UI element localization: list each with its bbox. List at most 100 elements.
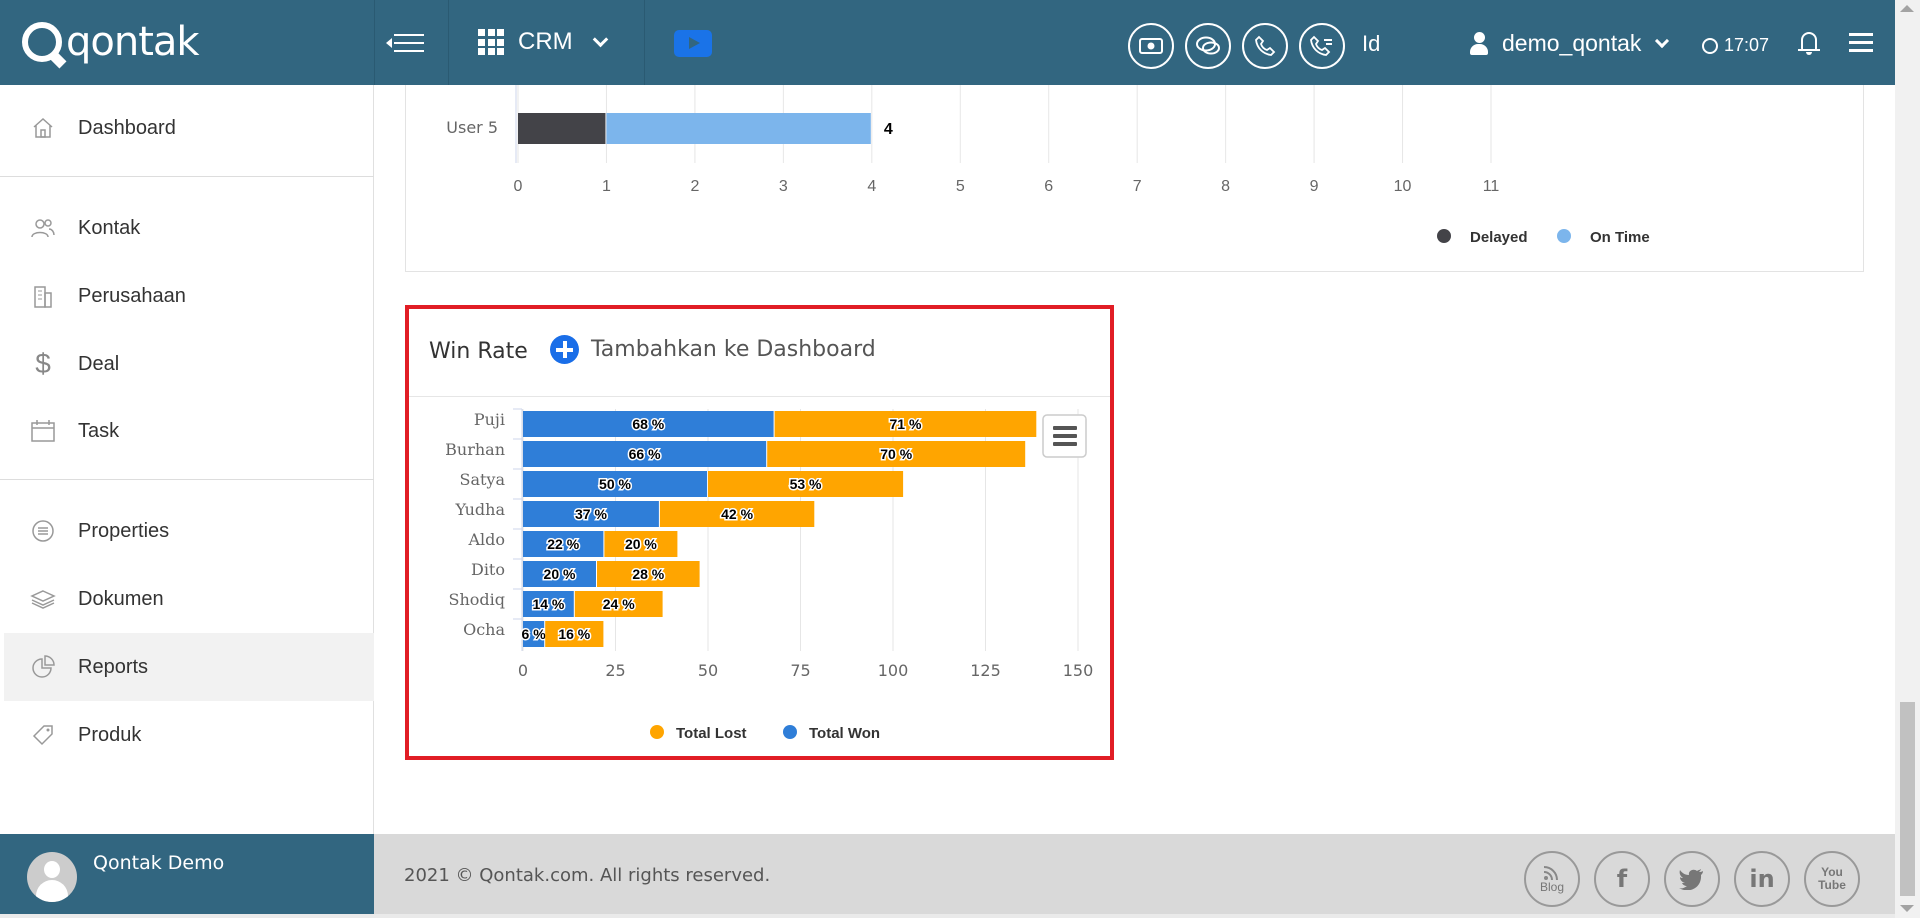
menu-lines-icon — [1053, 426, 1077, 430]
delay-chart-card: 0 1 2 3 4 5 6 7 8 9 10 11 User 5 4 Delayed On Time — [405, 85, 1864, 272]
blog-link[interactable]: Blog — [1524, 851, 1580, 907]
x-tick-label: 0 — [518, 661, 528, 680]
phone-icon[interactable] — [1242, 23, 1288, 69]
chevron-down-icon — [1655, 33, 1670, 48]
username: demo_qontak — [1502, 30, 1642, 56]
chart-menu-button[interactable] — [1042, 414, 1087, 458]
menu-lines-icon — [1053, 434, 1077, 438]
y-category-label: Aldo — [467, 530, 505, 549]
sidebar-item-kontak[interactable]: Kontak — [4, 194, 374, 262]
rss-icon — [1543, 866, 1558, 881]
y-category-label: User 5 — [446, 118, 498, 137]
video-tutorial-icon[interactable] — [674, 30, 712, 57]
twitter-link[interactable] — [1664, 851, 1720, 907]
user-profile-panel[interactable]: Qontak Demo — [0, 834, 374, 918]
billing-icon[interactable] — [1128, 23, 1174, 69]
legend-marker — [1437, 229, 1451, 243]
call-log-icon[interactable] — [1299, 23, 1345, 69]
facebook-link[interactable]: f — [1594, 851, 1650, 907]
top-navbar: qontak CRM Id demo_qontak 17:07 — [0, 0, 1895, 85]
x-tick-label: 0 — [514, 178, 523, 195]
clock-time: 17:07 — [1724, 35, 1770, 55]
y-category-label: Shodiq — [449, 590, 506, 609]
data-label: 37 % — [575, 506, 607, 522]
scroll-up-arrow-icon[interactable] — [1900, 5, 1914, 12]
scrollbar-thumb[interactable] — [1900, 702, 1915, 896]
user-menu[interactable]: demo_qontak — [1470, 30, 1670, 57]
card-header: Win Rate Tambahkan ke Dashboard — [409, 309, 1110, 397]
data-label: 24 % — [603, 596, 635, 612]
sidebar-item-perusahaan[interactable]: Perusahaan — [4, 262, 374, 330]
notification-bell-icon[interactable] — [1798, 30, 1820, 56]
sidebar-item-label: Reports — [78, 655, 149, 678]
add-to-dashboard-button[interactable]: Tambahkan ke Dashboard — [550, 335, 876, 364]
data-label: 50 % — [599, 476, 631, 492]
x-tick-label: 5 — [956, 178, 965, 195]
sidebar-item-task[interactable]: Task — [4, 397, 374, 465]
apps-grid-icon — [478, 29, 504, 55]
logo-mark-icon — [22, 22, 62, 62]
clock-icon — [1702, 37, 1718, 54]
data-label: 66 % — [629, 446, 661, 462]
linkedin-link[interactable]: in — [1734, 851, 1790, 907]
copyright-text: 2021 © Qontak.com. All rights reserved. — [404, 865, 771, 886]
data-label: 16 % — [558, 626, 590, 642]
sidebar: Dashboard Kontak Perusahaan $ Deal Task … — [0, 85, 374, 834]
x-tick-label: 6 — [1044, 178, 1053, 195]
x-tick-label: 11 — [1483, 178, 1500, 195]
sidebar-item-deal[interactable]: $ Deal — [4, 330, 374, 398]
sidebar-item-dashboard[interactable]: Dashboard — [4, 94, 374, 162]
main-menu-icon[interactable] — [1849, 33, 1873, 53]
bar-delayed — [518, 113, 606, 144]
divider — [0, 176, 374, 177]
divider — [644, 0, 645, 85]
data-label: 42 % — [721, 506, 753, 522]
x-tick-label: 50 — [698, 661, 718, 680]
win-rate-card: Win Rate Tambahkan ke Dashboard 0 25 50 75 1… — [405, 305, 1114, 760]
bottom-strip — [0, 914, 1895, 918]
footer: 2021 © Qontak.com. All rights reserved. … — [374, 834, 1895, 918]
data-label: 70 % — [880, 446, 912, 462]
sidebar-item-dokumen[interactable]: Dokumen — [4, 565, 374, 633]
x-tick-label: 150 — [1063, 661, 1094, 680]
pie-chart-icon — [30, 654, 56, 680]
dollar-icon: $ — [35, 348, 51, 379]
x-tick-label: 9 — [1310, 178, 1319, 195]
module-switcher[interactable]: CRM — [478, 28, 608, 56]
data-label: 20 % — [544, 566, 576, 582]
chevron-down-icon — [592, 31, 608, 47]
delay-bar-chart: 0 1 2 3 4 5 6 7 8 9 10 11 User 5 4 Delayed On Time — [446, 85, 1650, 246]
legend-label: Total Won — [809, 725, 880, 742]
youtube-icon: You Tube — [1818, 865, 1846, 892]
language-switch[interactable]: Id — [1362, 31, 1380, 57]
qontak-logo[interactable]: qontak — [22, 18, 200, 66]
legend-marker — [1557, 229, 1571, 243]
sidebar-item-label: Deal — [78, 352, 120, 375]
data-label: 53 % — [790, 476, 822, 492]
menu-lines-icon — [1053, 442, 1077, 446]
scroll-down-arrow-icon[interactable] — [1900, 905, 1914, 912]
sidebar-item-label: Perusahaan — [78, 284, 186, 307]
list-icon — [30, 518, 56, 544]
chat-icon[interactable] — [1185, 23, 1231, 69]
data-label: 68 % — [632, 416, 664, 432]
sidebar-item-reports[interactable]: Reports — [4, 633, 374, 701]
sidebar-item-label: Dashboard — [78, 116, 176, 139]
profile-name: Qontak Demo — [93, 852, 225, 874]
x-tick-label: 100 — [878, 661, 909, 680]
total-label: 4 — [884, 121, 893, 138]
home-icon — [30, 115, 56, 141]
linkedin-icon: in — [1749, 865, 1775, 893]
data-label: 6 % — [522, 626, 547, 642]
sidebar-item-properties[interactable]: Properties — [4, 497, 374, 565]
youtube-link[interactable]: You Tube — [1804, 851, 1860, 907]
legend-label: Delayed — [1470, 229, 1528, 246]
sidebar-toggle-icon[interactable] — [386, 30, 426, 56]
x-tick-label: 4 — [867, 178, 876, 195]
tag-icon — [30, 722, 56, 748]
clock: 17:07 — [1702, 35, 1769, 56]
sidebar-item-produk[interactable]: Produk — [4, 701, 374, 769]
sidebar-item-label: Produk — [78, 723, 142, 746]
x-tick-label: 75 — [790, 661, 810, 680]
data-label: 22 % — [547, 536, 579, 552]
